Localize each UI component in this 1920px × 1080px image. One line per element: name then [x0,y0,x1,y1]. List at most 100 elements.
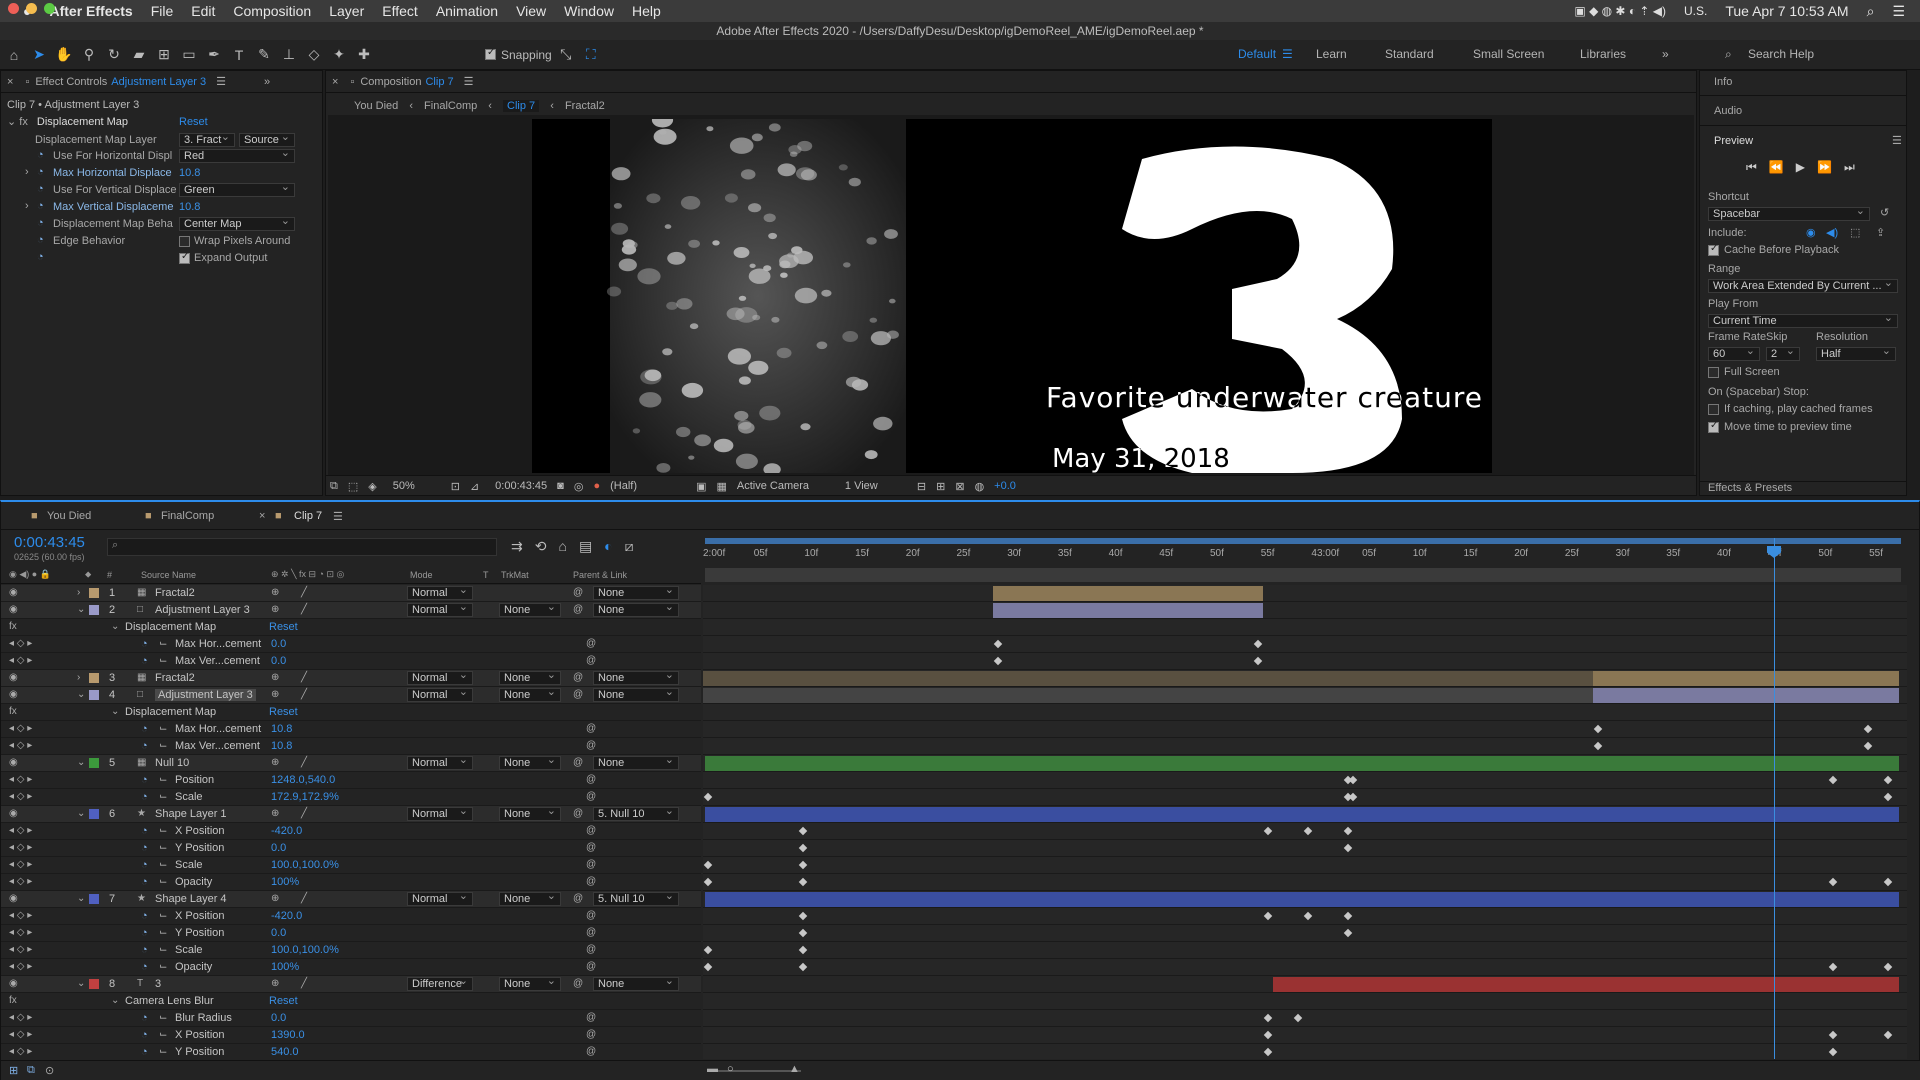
resolution-dropdown[interactable]: (Half) [610,480,686,492]
trkmat-dropdown[interactable]: None [499,603,561,617]
menu-layer[interactable]: Layer [320,3,373,19]
stopwatch-icon[interactable]: ◔ [141,774,148,786]
expression-pickwhip-icon[interactable]: @ [586,859,596,870]
timeline-track[interactable] [703,874,1907,891]
timeline-property-row[interactable]: ◂ ◇ ▸ ◔ ⌙ Max Ver...cement 0.0 @ [1,653,701,670]
timeline-property-row[interactable]: ◂ ◇ ▸ ◔ ⌙ Max Hor...cement 0.0 @ [1,636,701,653]
timeline-track[interactable] [703,891,1907,908]
transparency-grid-icon[interactable]: ▦ [717,480,727,493]
keyframe[interactable] [1593,724,1603,734]
timeline-track[interactable] [703,942,1907,959]
layer-mode-dropdown[interactable]: Normal [407,756,473,770]
menu-composition[interactable]: Composition [224,3,320,19]
timeline-property-row[interactable]: ◂ ◇ ▸ ◔ ⌙ Scale 172.9,172.9% @ [1,789,701,806]
menu-animation[interactable]: Animation [427,3,507,19]
timeline-layer-row[interactable]: ◉ ⌄ 2 □ Adjustment Layer 3 ⊕ ╱ Normal None @ None [1,602,701,619]
keyframe-navigator-icon[interactable]: ◂ ◇ ▸ [9,1012,32,1023]
shy-switch-icon[interactable]: ⊕ [271,672,279,683]
always-preview-icon[interactable]: ⧉ [330,480,338,493]
keyframe-navigator-icon[interactable]: ◂ ◇ ▸ [9,910,32,921]
layer-search-input[interactable]: ⌕ [107,538,497,556]
layer-name[interactable]: 3 [155,978,161,990]
toggle-transparency-grid-icon[interactable]: ⊿ [470,480,479,493]
stopwatch-icon[interactable]: ◔ [141,859,148,871]
snap-icon[interactable]: ⤡ [555,44,577,66]
keyframe[interactable] [1828,877,1838,887]
label-column-icon[interactable]: ⬥ [85,569,91,580]
workspace-learn[interactable]: Learn [1316,47,1347,61]
layer-mode-dropdown[interactable]: Normal [407,807,473,821]
pickwhip-icon[interactable]: @ [573,604,583,615]
property-value[interactable]: 1390.0 [271,1029,305,1041]
fit-icon[interactable]: ⊡ [451,480,460,493]
parent-dropdown[interactable]: None [593,603,679,617]
eye-icon[interactable]: ◉ [9,587,18,598]
quality-switch-icon[interactable]: ╱ [301,893,307,904]
keyframe[interactable] [703,860,713,870]
mask-visibility-icon[interactable]: ◈ [368,480,376,493]
eraser-tool-icon[interactable]: ◇ [303,44,325,66]
timeline-layer-row[interactable]: ◉ › 3 ▦ Fractal2 ⊕ ╱ Normal None @ None [1,670,701,687]
layer-mode-dropdown[interactable]: Normal [407,586,473,600]
timeline-track[interactable] [703,857,1907,874]
effect-controls-tab[interactable]: × ▫ Effect Controls Adjustment Layer 3 ☰… [1,71,322,93]
timeline-track[interactable] [703,721,1907,738]
app-menu[interactable]: After Effects [40,3,141,19]
keyframe[interactable] [1263,911,1273,921]
layer-name[interactable]: Adjustment Layer 3 [155,604,250,616]
stopwatch-icon[interactable]: ◔ [141,910,148,922]
frame-blend-icon[interactable]: ▤ [579,538,592,555]
timeline-property-row[interactable]: ◂ ◇ ▸ ◔ ⌙ Blur Radius 0.0 @ [1,1010,701,1027]
range-dropdown[interactable]: Work Area Extended By Current ... [1708,279,1898,293]
layer-duration-bar[interactable] [705,807,1899,822]
timeline-property-row[interactable]: ◂ ◇ ▸ ◔ ⌙ Scale 100.0,100.0% @ [1,942,701,959]
stopwatch-icon[interactable]: ◔ [37,234,44,246]
stopwatch-icon[interactable]: ◔ [37,217,44,229]
quality-switch-icon[interactable]: ╱ [301,808,307,819]
layer-duration-bar[interactable] [705,756,1899,771]
max-vertical-value[interactable]: 10.8 [179,199,200,215]
timeline-track[interactable] [703,959,1907,976]
timeline-track[interactable] [703,789,1907,806]
pickwhip-icon[interactable]: @ [573,689,583,700]
eye-icon[interactable]: ◉ [9,893,18,904]
zoom-slider-handle[interactable]: ○ [727,1063,734,1075]
keyframe[interactable] [1348,792,1358,802]
clock[interactable]: Tue Apr 7 10:53 AM [1716,3,1857,19]
trkmat-dropdown[interactable]: None [499,688,561,702]
workspace-menu-icon[interactable]: ☰ [1282,47,1293,61]
close-window-button[interactable] [8,3,19,14]
twirl-icon[interactable]: ⌄ [111,621,119,632]
reset-shortcut-icon[interactable]: ↺ [1880,206,1889,219]
property-value[interactable]: 100.0,100.0% [271,859,339,871]
keyframe-navigator-icon[interactable]: ◂ ◇ ▸ [9,961,32,972]
stopwatch-icon[interactable]: ◔ [141,842,148,854]
wrap-pixels-checkbox[interactable] [179,236,190,247]
expand-arrow-icon[interactable]: › [25,200,29,212]
timeline-track[interactable] [703,670,1907,687]
timeline-layer-row[interactable]: ◉ ⌄ 5 ▦ Null 10 ⊕ ╱ Normal None @ None [1,755,701,772]
twirl-icon[interactable]: ⌄ [77,757,85,768]
workspace-small-screen[interactable]: Small Screen [1473,47,1544,61]
keyframe[interactable] [798,877,808,887]
toggle-transfer-icon[interactable]: ⧉ [27,1064,35,1077]
timeline-track[interactable] [703,653,1907,670]
timeline-track[interactable] [703,755,1907,772]
time-ruler[interactable]: 2:00f 05f 10f 15f 20f 25f 30f 35f 40f 45f 50f 55f 43… [703,538,1907,584]
keyframe-navigator-icon[interactable]: ◂ ◇ ▸ [9,740,32,751]
keyframe[interactable] [1883,792,1893,802]
exposure-value[interactable]: +0.0 [994,480,1016,492]
expression-pickwhip-icon[interactable]: @ [586,774,596,785]
zoom-slider[interactable] [711,1070,801,1072]
keyframe-navigator-icon[interactable]: ◂ ◇ ▸ [9,842,32,853]
keyframe-navigator-icon[interactable]: ◂ ◇ ▸ [9,723,32,734]
keyframe[interactable] [798,945,808,955]
timeline-property-row[interactable]: ◂ ◇ ▸ ◔ ⌙ Position 1248.0,540.0 @ [1,772,701,789]
clone-stamp-tool-icon[interactable]: ⊥ [278,44,300,66]
expand-output-checkbox[interactable] [179,251,190,264]
full-screen-checkbox[interactable] [1708,367,1719,378]
property-value[interactable]: 100% [271,876,299,888]
include-audio-icon[interactable]: ◀) [1826,226,1838,239]
parent-dropdown[interactable]: None [593,756,679,770]
breadcrumb-item[interactable]: You Died [354,100,398,112]
